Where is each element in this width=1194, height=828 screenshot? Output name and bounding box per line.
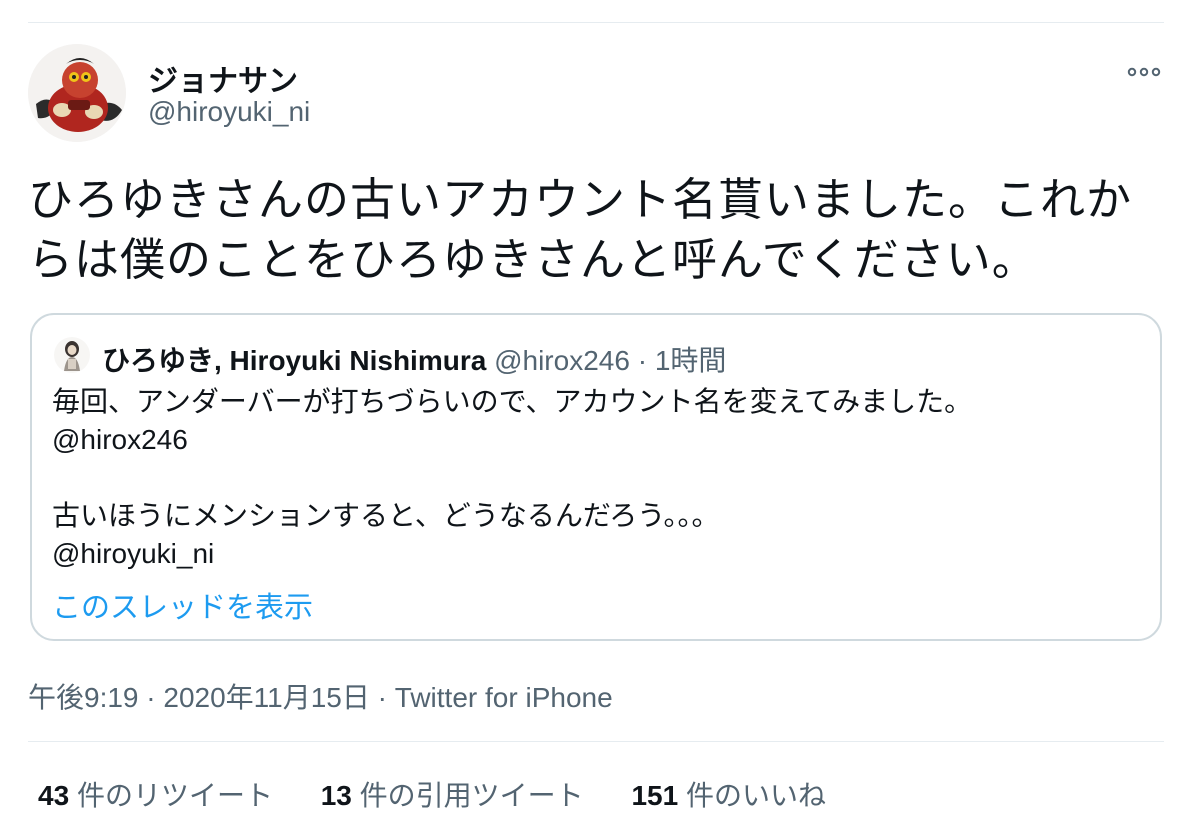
show-thread-link[interactable]: このスレッドを表示 <box>52 584 313 626</box>
retweets-stat[interactable]: 43 件のリツイート <box>38 774 273 814</box>
tweet-source-link[interactable]: Twitter for iPhone <box>395 682 613 713</box>
tweet-text-line: ひろゆきさんの古いアカウント名貰いました。これか <box>28 174 1133 225</box>
quoted-author-handle: @hirox246 <box>494 345 630 376</box>
tweet-text: ひろゆきさんの古いアカウント名貰いました。これか らは僕のことをひろゆきさんと呼… <box>28 170 1168 290</box>
timestamp-separator: · <box>377 682 387 713</box>
more-horizontal-icon <box>1127 67 1161 77</box>
quoted-tweet-text: 毎回、アンダーバーが打ちづらいので、アカウント名を変えてみました。 @hirox… <box>52 383 1132 573</box>
quoted-avatar-illustration <box>54 337 90 373</box>
retweets-count: 43 <box>38 780 70 811</box>
author-handle[interactable]: @hiroyuki_ni <box>148 96 310 128</box>
quote-tweets-stat[interactable]: 13 件の引用ツイート <box>321 774 584 814</box>
quoted-text-line: 古いほうにメンションすると、どうなるんだろう。。。 <box>52 500 720 531</box>
author-avatar[interactable] <box>28 44 126 142</box>
quoted-text-spacer <box>52 459 1132 497</box>
quoted-mention: @hirox246 <box>52 424 188 455</box>
quoted-author-name: ひろゆき, Hiroyuki Nishimura <box>102 345 487 376</box>
likes-stat[interactable]: 151 件のいいね <box>631 774 826 814</box>
tweet-timestamp-line: 午後9:19 · 2020年11月15日 · Twitter for iPhon… <box>28 676 613 716</box>
more-options-button[interactable] <box>1126 58 1162 86</box>
retweets-label: 件のリツイート <box>76 780 273 811</box>
quoted-text-line: 毎回、アンダーバーが打ちづらいので、アカウント名を変えてみました。 <box>52 386 973 417</box>
quote-tweets-count: 13 <box>320 780 352 811</box>
quote-tweets-label: 件の引用ツイート <box>359 780 584 811</box>
stats-divider <box>28 741 1164 742</box>
meta-separator: · <box>637 345 648 376</box>
avatar-illustration <box>28 44 126 142</box>
quoted-mention: @hiroyuki_ni <box>52 538 215 569</box>
tweet-timestamp[interactable]: 午後9:19 · 2020年11月15日 <box>28 682 370 713</box>
tweet-text-line: らは僕のことをひろゆきさんと呼んでください。 <box>28 234 1038 285</box>
likes-label: 件のいいね <box>685 780 826 811</box>
quoted-author-avatar <box>54 337 90 373</box>
engagement-stats: 43 件のリツイート 13 件の引用ツイート 151 件のいいね <box>38 774 866 814</box>
quoted-tweet-header: ひろゆき, Hiroyuki Nishimura @hirox246 · 1時間 <box>102 339 726 379</box>
quoted-tweet-time: 1時間 <box>654 345 727 376</box>
likes-count: 151 <box>631 780 679 811</box>
quoted-tweet-card[interactable]: ひろゆき, Hiroyuki Nishimura @hirox246 · 1時間… <box>30 313 1162 641</box>
author-name[interactable]: ジョナサン <box>148 56 298 100</box>
top-divider <box>28 22 1164 23</box>
